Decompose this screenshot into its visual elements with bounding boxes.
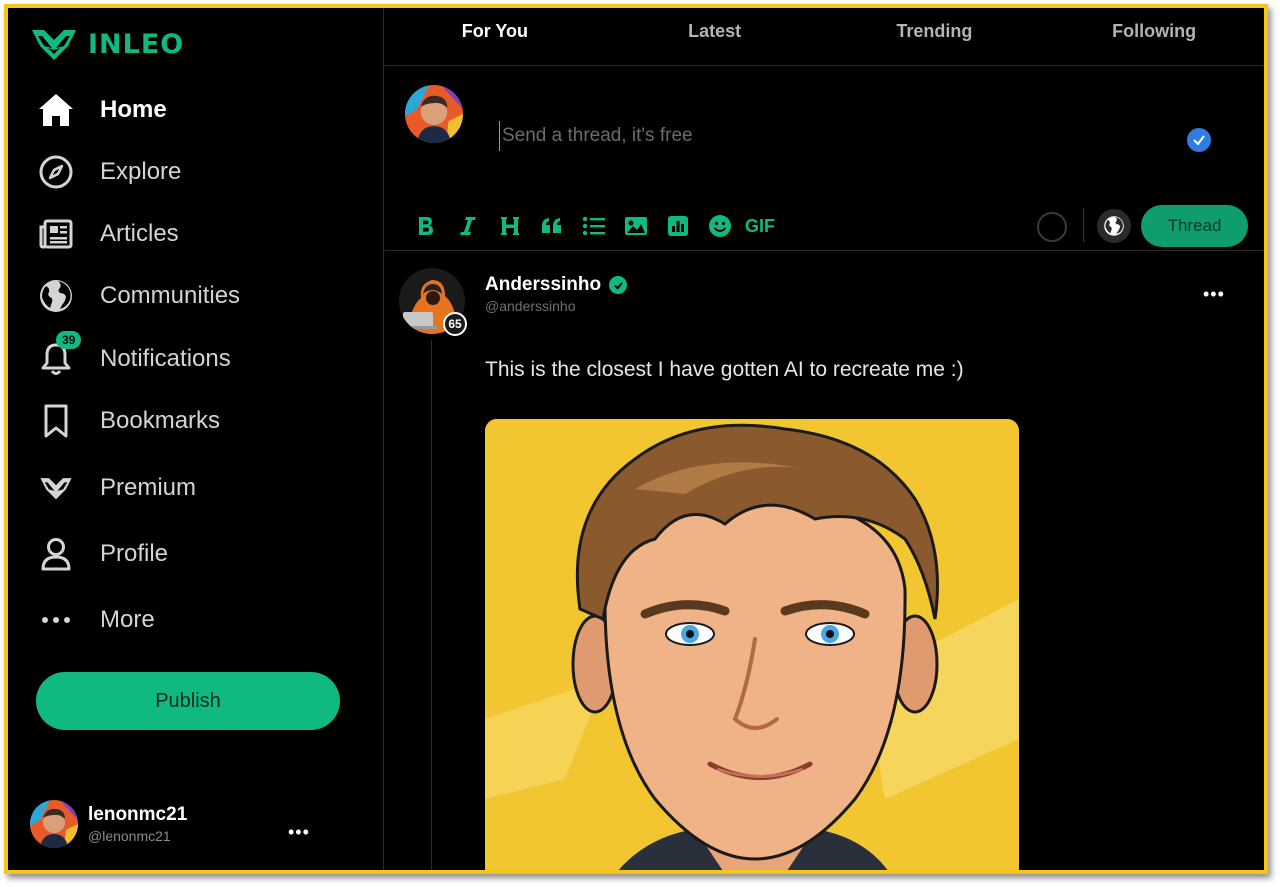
home-icon xyxy=(36,90,76,130)
sidebar-item-articles[interactable]: Articles xyxy=(36,214,179,254)
sidebar-item-explore[interactable]: Explore xyxy=(36,152,181,192)
account-username: lenonmc21 xyxy=(88,804,188,825)
sidebar-item-profile[interactable]: Profile xyxy=(36,534,168,574)
compass-icon xyxy=(36,152,76,192)
sidebar-item-premium[interactable]: Premium xyxy=(36,468,196,508)
tab-trending[interactable]: Trending xyxy=(825,8,1045,65)
sidebar-item-label: Profile xyxy=(100,540,169,567)
gif-button[interactable]: GIF xyxy=(745,216,775,237)
sidebar: INLEO Home Explore Articles Communities xyxy=(8,8,384,870)
italic-icon[interactable] xyxy=(447,206,489,246)
leo-logo-icon xyxy=(36,468,76,508)
user-icon xyxy=(36,534,76,574)
author-name: Anderssinho xyxy=(485,274,602,295)
post-text: This is the closest I have gotten AI to … xyxy=(485,358,964,381)
character-count-ring xyxy=(1037,212,1067,242)
format-toolbar: GIF xyxy=(405,206,775,246)
verified-badge-icon xyxy=(609,276,628,294)
quote-icon[interactable] xyxy=(531,206,573,246)
thread-input[interactable] xyxy=(499,121,1059,151)
sidebar-item-home[interactable]: Home xyxy=(36,90,167,130)
sidebar-item-communities[interactable]: Communities xyxy=(36,276,240,316)
account-more-button[interactable]: ••• xyxy=(288,822,310,843)
sidebar-item-label: Articles xyxy=(100,220,179,247)
tab-for-you[interactable]: For You xyxy=(385,8,605,65)
sidebar-item-label: Communities xyxy=(100,282,241,309)
sidebar-item-label: Premium xyxy=(100,474,197,501)
thread-post: 65 Anderssinho @anderssinho ••• This is … xyxy=(385,252,1264,870)
main-feed: For You Latest Trending Following Send a… xyxy=(385,8,1264,870)
post-image[interactable] xyxy=(485,419,1019,870)
app-window: INLEO Home Explore Articles Communities xyxy=(4,4,1268,874)
image-icon[interactable] xyxy=(615,206,657,246)
sidebar-item-more[interactable]: More xyxy=(36,600,155,640)
reputation-badge: 65 xyxy=(443,312,467,336)
tab-latest[interactable]: Latest xyxy=(605,8,825,65)
check-icon[interactable] xyxy=(1187,128,1211,152)
account-switcher[interactable]: lenonmc21 @lenonmc21 xyxy=(30,798,330,850)
toolbar-divider xyxy=(1083,208,1084,242)
list-icon[interactable] xyxy=(573,206,615,246)
bookmark-icon xyxy=(36,401,76,441)
sidebar-item-label: More xyxy=(100,606,155,633)
leo-logo-icon xyxy=(32,30,76,60)
more-dots-icon xyxy=(36,600,76,640)
thread-composer: GIF Thread xyxy=(385,66,1264,251)
poll-chart-icon[interactable] xyxy=(657,206,699,246)
thread-submit-button[interactable]: Thread xyxy=(1141,205,1248,247)
sidebar-item-label: Explore xyxy=(100,158,182,185)
globe-icon xyxy=(36,276,76,316)
sidebar-item-bookmarks[interactable]: Bookmarks xyxy=(36,401,220,441)
avatar xyxy=(30,800,78,848)
account-handle: @lenonmc21 xyxy=(88,828,171,844)
bold-icon[interactable] xyxy=(405,206,447,246)
sidebar-item-label: Notifications xyxy=(100,345,231,372)
avatar xyxy=(405,85,463,143)
feed-tabs: For You Latest Trending Following xyxy=(385,8,1264,66)
globe-icon[interactable] xyxy=(1097,209,1131,243)
tab-following[interactable]: Following xyxy=(1044,8,1264,65)
publish-button[interactable]: Publish xyxy=(36,672,340,730)
emoji-icon[interactable] xyxy=(699,206,741,246)
post-author[interactable]: Anderssinho @anderssinho xyxy=(485,274,628,314)
post-more-button[interactable]: ••• xyxy=(1203,284,1225,305)
newspaper-icon xyxy=(36,214,76,254)
notification-count-badge: 39 xyxy=(56,331,82,349)
bell-icon: 39 xyxy=(36,331,82,379)
brand-name: INLEO xyxy=(88,28,185,60)
brand-logo[interactable]: INLEO xyxy=(30,26,184,62)
sidebar-item-label: Home xyxy=(100,96,167,123)
sidebar-item-notifications[interactable]: 39 Notifications xyxy=(36,331,231,379)
heading-icon[interactable] xyxy=(489,206,531,246)
thread-line xyxy=(431,340,432,870)
author-handle: @anderssinho xyxy=(485,298,576,314)
sidebar-item-label: Bookmarks xyxy=(100,407,221,434)
